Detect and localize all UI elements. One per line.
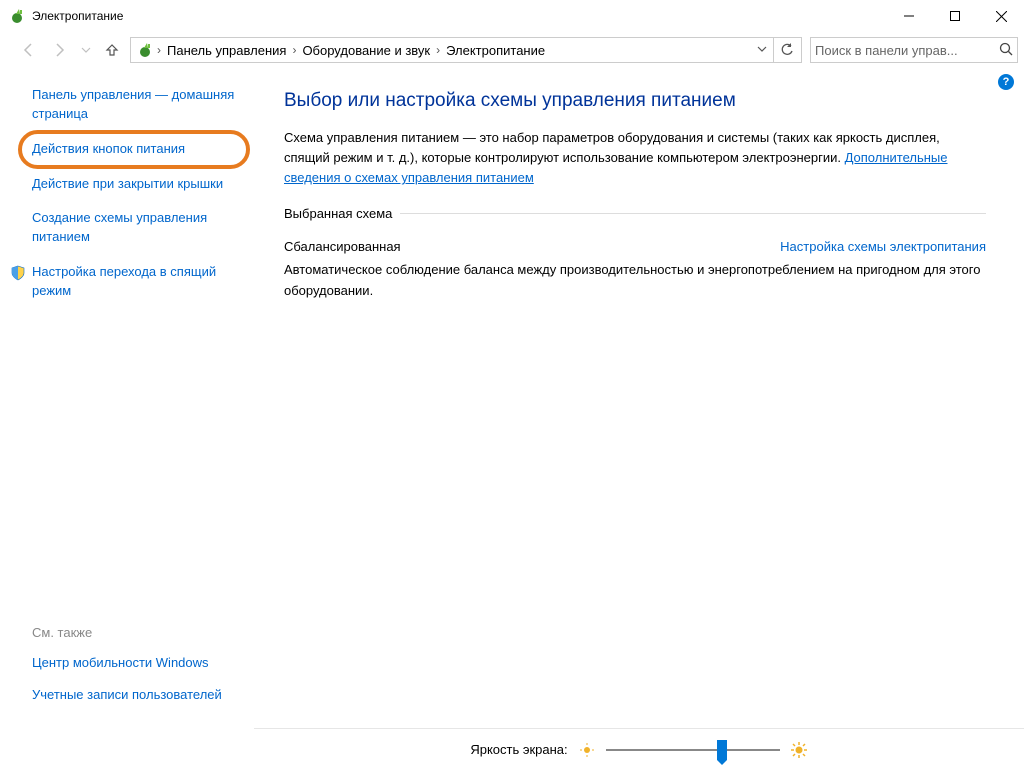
breadcrumb-item[interactable]: Электропитание xyxy=(442,38,549,62)
address-bar[interactable]: › Панель управления › Оборудование и зву… xyxy=(130,37,802,63)
intro-text: Схема управления питанием — это набор па… xyxy=(284,128,986,188)
sun-high-icon xyxy=(790,741,808,759)
app-icon xyxy=(8,7,26,25)
sidebar-item-sleep-settings[interactable]: Настройка перехода в спящий режим xyxy=(32,263,240,301)
forward-button[interactable] xyxy=(46,36,74,64)
maximize-button[interactable] xyxy=(932,0,978,32)
see-also-mobility-center[interactable]: Центр мобильности Windows xyxy=(32,654,240,672)
address-dropdown[interactable] xyxy=(751,43,773,57)
breadcrumb-item[interactable]: Оборудование и звук xyxy=(298,38,434,62)
selected-plan-label: Выбранная схема xyxy=(284,206,392,221)
minimize-button[interactable] xyxy=(886,0,932,32)
sidebar-home-link[interactable]: Панель управления — домашняя страница xyxy=(32,86,240,124)
back-button[interactable] xyxy=(14,36,42,64)
refresh-button[interactable] xyxy=(773,38,799,62)
chevron-right-icon: › xyxy=(155,43,163,57)
see-also-user-accounts[interactable]: Учетные записи пользователей xyxy=(32,686,240,704)
intro-body: Схема управления питанием — это набор па… xyxy=(284,130,940,165)
see-also: См. также Центр мобильности Windows Учет… xyxy=(0,625,254,728)
titlebar: Электропитание xyxy=(0,0,1024,32)
sidebar-item-power-buttons[interactable]: Действия кнопок питания xyxy=(32,140,240,159)
search-box[interactable] xyxy=(810,37,1018,63)
sidebar-item-lid-close[interactable]: Действие при закрытии крышки xyxy=(32,175,240,194)
chevron-right-icon: › xyxy=(434,43,442,57)
main: Выбор или настройка схемы управления пит… xyxy=(254,68,1024,728)
close-button[interactable] xyxy=(978,0,1024,32)
plan-name: Сбалансированная xyxy=(284,239,401,254)
window-title: Электропитание xyxy=(32,9,123,23)
plan-settings-link[interactable]: Настройка схемы электропитания xyxy=(780,239,986,254)
brightness-slider[interactable] xyxy=(606,740,780,760)
brightness-bar: Яркость экрана: xyxy=(254,728,1024,770)
slider-track xyxy=(606,749,780,751)
breadcrumb-item[interactable]: Панель управления xyxy=(163,38,290,62)
sidebar: Панель управления — домашняя страница Де… xyxy=(0,68,254,728)
content: ? Панель управления — домашняя страница … xyxy=(0,68,1024,728)
up-button[interactable] xyxy=(98,36,126,64)
navbar: › Панель управления › Оборудование и зву… xyxy=(0,32,1024,68)
sun-low-icon xyxy=(578,741,596,759)
divider xyxy=(400,213,986,214)
plan-description: Автоматическое соблюдение баланса между … xyxy=(284,260,986,300)
selected-plan-heading: Выбранная схема xyxy=(284,206,986,221)
search-icon[interactable] xyxy=(999,42,1013,59)
page-title: Выбор или настройка схемы управления пит… xyxy=(284,90,986,112)
shield-icon xyxy=(10,265,26,281)
address-icon xyxy=(135,40,155,60)
search-input[interactable] xyxy=(815,43,999,58)
help-icon[interactable]: ? xyxy=(998,74,1014,90)
see-also-heading: См. также xyxy=(32,625,240,640)
chevron-right-icon: › xyxy=(290,43,298,57)
recent-dropdown[interactable] xyxy=(78,36,94,64)
plan-row: Сбалансированная Настройка схемы электро… xyxy=(284,239,986,254)
slider-thumb[interactable] xyxy=(717,740,727,760)
brightness-label: Яркость экрана: xyxy=(470,742,567,757)
sidebar-item-create-plan[interactable]: Создание схемы управления питанием xyxy=(32,209,240,247)
